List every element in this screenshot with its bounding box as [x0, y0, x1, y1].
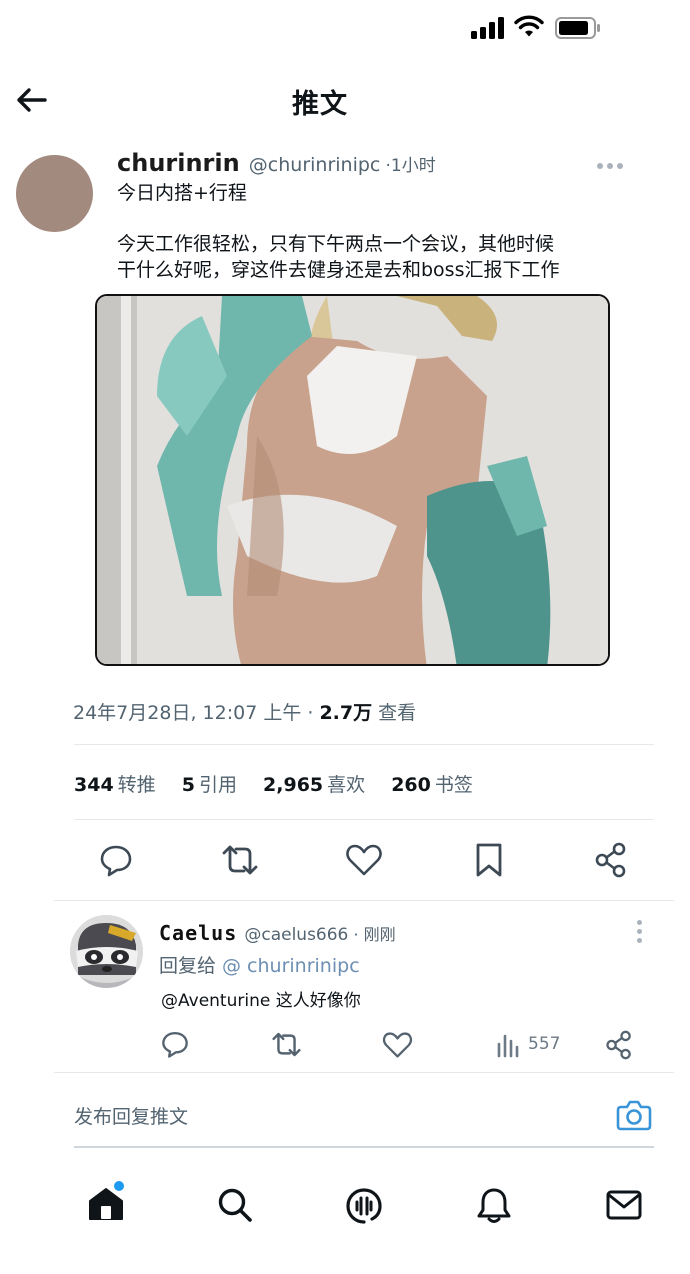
- reply-share-icon[interactable]: [605, 1030, 633, 1060]
- divider: [74, 819, 654, 820]
- bookmark-icon[interactable]: [474, 842, 504, 878]
- reply-compose-input[interactable]: 发布回复推文: [74, 1102, 188, 1129]
- stat-likes[interactable]: 2,965 喜欢: [263, 770, 365, 797]
- reply-views-count: 557: [528, 1034, 561, 1054]
- retweet-icon[interactable]: [220, 842, 260, 878]
- reply-more-options-icon[interactable]: [636, 920, 644, 944]
- reply-time[interactable]: 刚刚: [364, 925, 396, 944]
- stat-retweets[interactable]: 344 转推: [74, 770, 156, 797]
- reply-comment-icon[interactable]: [160, 1029, 190, 1059]
- views-chart-icon[interactable]: [496, 1032, 522, 1058]
- tweet-meta: 24年7月28日, 12:07 上午 · 2.7万 查看: [73, 698, 416, 725]
- reply-to-label: 回复给: [159, 955, 217, 977]
- tweet-date: 24年7月28日, 12:07 上午: [73, 702, 302, 724]
- reply-to-line: 回复给 @ churinrinipc: [159, 951, 360, 978]
- camera-icon[interactable]: [616, 1098, 652, 1132]
- messages-icon[interactable]: [605, 1188, 643, 1222]
- reply-author-name[interactable]: Caelus: [159, 921, 237, 945]
- battery-icon: [555, 17, 600, 39]
- share-icon[interactable]: [594, 842, 628, 878]
- divider: [54, 1072, 674, 1073]
- stat-bookmarks[interactable]: 260 书签: [391, 770, 473, 797]
- reply-text: @Aventurine 这人好像你: [161, 991, 361, 1011]
- views-label: 查看: [378, 702, 417, 724]
- signal-icon: [471, 17, 505, 39]
- tweet-title: 今日内搭+行程: [117, 182, 247, 204]
- home-icon[interactable]: [87, 1186, 125, 1222]
- author-avatar[interactable]: [16, 155, 93, 232]
- stat-quotes[interactable]: 5 引用: [182, 770, 237, 797]
- author-handle[interactable]: @churinrinipc: [249, 154, 381, 176]
- raccoon-avatar-icon: [70, 915, 143, 988]
- divider: [54, 900, 674, 901]
- spaces-icon[interactable]: [345, 1186, 383, 1226]
- reply-separator: ·: [353, 925, 359, 944]
- home-notification-dot: [114, 1181, 124, 1191]
- reply-icon[interactable]: [98, 842, 134, 878]
- reply-author-line: Caelus @caelus666 · 刚刚: [159, 921, 396, 945]
- notifications-icon[interactable]: [476, 1186, 512, 1224]
- tweet-media-image[interactable]: [95, 294, 610, 666]
- meta-separator: ·: [301, 702, 320, 724]
- search-icon[interactable]: [216, 1186, 254, 1224]
- top-bar: 推文: [0, 70, 690, 130]
- reply-to-handle[interactable]: @ churinrinipc: [222, 955, 360, 977]
- reply-like-icon[interactable]: [382, 1031, 413, 1059]
- author-name[interactable]: churinrin: [117, 149, 240, 177]
- reply-retweet-icon[interactable]: [270, 1030, 303, 1059]
- tweet-time[interactable]: 1小时: [391, 156, 436, 176]
- views-count: 2.7万: [319, 702, 373, 724]
- reply-author-handle[interactable]: @caelus666: [244, 925, 348, 945]
- divider: [74, 1146, 654, 1148]
- tweet-text-line-2: 干什么好呢，穿这件去健身还是去和boss汇报下工作: [117, 259, 560, 281]
- tweet-text-line-1: 今天工作很轻松，只有下午两点一个会议，其他时候: [117, 233, 555, 255]
- more-options-icon[interactable]: [597, 160, 623, 172]
- reply-author-avatar[interactable]: [70, 915, 143, 988]
- wifi-icon: [514, 15, 544, 37]
- divider: [74, 744, 654, 745]
- status-bar: [0, 0, 690, 60]
- page-title: 推文: [292, 89, 348, 120]
- like-icon[interactable]: [345, 843, 383, 877]
- tweet-stats: 344 转推 5 引用 2,965 喜欢 260 书签: [74, 770, 493, 797]
- illustration: [97, 296, 608, 664]
